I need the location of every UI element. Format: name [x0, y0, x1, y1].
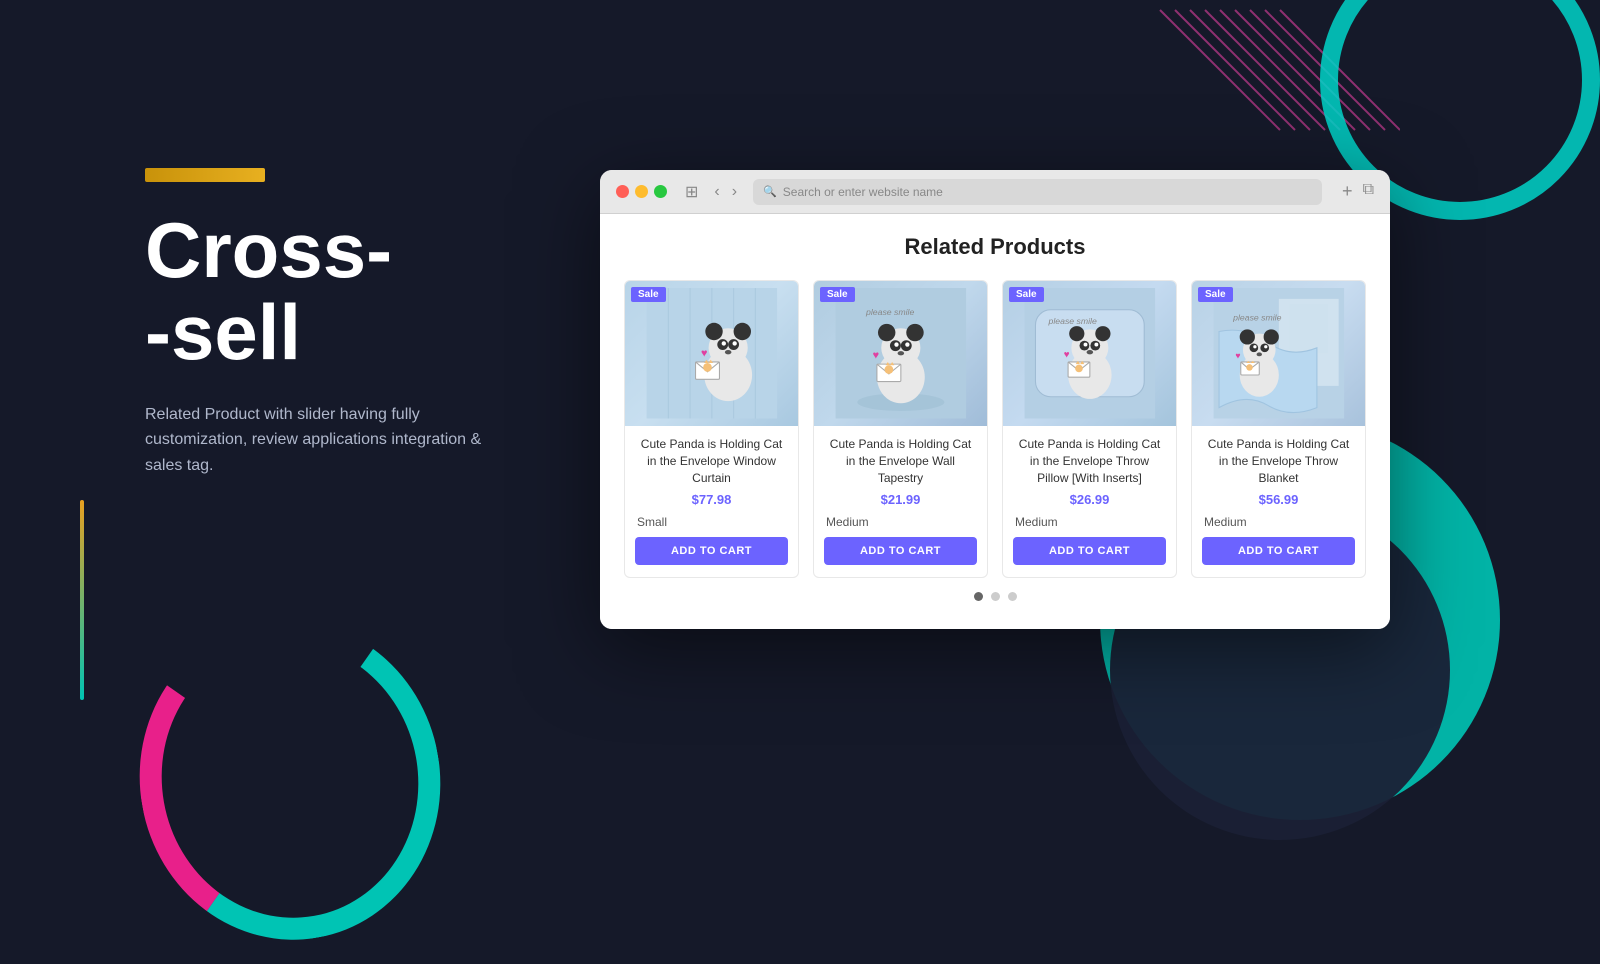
- dot-2[interactable]: [991, 592, 1000, 601]
- product-price-pillow: $26.99: [1013, 492, 1166, 507]
- nav-buttons: ‹ ›: [710, 181, 741, 203]
- address-text: Search or enter website name: [783, 185, 943, 199]
- svg-text:♥: ♥: [1063, 350, 1069, 361]
- product-info-blanket: Cute Panda is Holding Cat in the Envelop…: [1192, 426, 1365, 577]
- add-to-cart-tapestry[interactable]: ADD TO CART: [824, 537, 977, 565]
- main-description: Related Product with slider having fully…: [145, 402, 485, 479]
- traffic-light-green[interactable]: [654, 185, 667, 198]
- products-grid: ♥ Sale Cute Panda is Holding Cat in the …: [624, 280, 1366, 578]
- product-card-pillow: ♥ please smile Sale Cute Panda is Holdin…: [1002, 280, 1177, 578]
- main-title: Cross- -sell: [145, 210, 595, 374]
- svg-text:please smile: please smile: [865, 307, 914, 317]
- svg-text:♥: ♥: [701, 348, 707, 360]
- product-image-blanket: ♥ please smile Sale: [1192, 281, 1365, 426]
- dot-1[interactable]: [974, 592, 983, 601]
- product-name-curtain: Cute Panda is Holding Cat in the Envelop…: [635, 436, 788, 486]
- address-bar[interactable]: 🔍 Search or enter website name: [753, 179, 1322, 205]
- product-image-tapestry: ♥ please smile Sale: [814, 281, 987, 426]
- product-image-pillow: ♥ please smile Sale: [1003, 281, 1176, 426]
- product-price-tapestry: $21.99: [824, 492, 977, 507]
- product-card-blanket: ♥ please smile Sale Cute Panda is Holdin…: [1191, 280, 1366, 578]
- c-shape-decoration: [114, 596, 465, 963]
- sale-badge-tapestry: Sale: [820, 287, 855, 302]
- browser-toolbar: ⊞ ‹ › 🔍 Search or enter website name + ⧉: [600, 170, 1390, 214]
- product-name-tapestry: Cute Panda is Holding Cat in the Envelop…: [824, 436, 977, 486]
- add-to-cart-pillow[interactable]: ADD TO CART: [1013, 537, 1166, 565]
- product-price-blanket: $56.99: [1202, 492, 1355, 507]
- product-image-curtain: ♥ Sale: [625, 281, 798, 426]
- product-variant-blanket: Medium: [1202, 515, 1355, 529]
- svg-text:♥: ♥: [872, 350, 878, 362]
- back-button[interactable]: ‹: [710, 181, 723, 203]
- left-content-section: Cross- -sell Related Product with slider…: [145, 210, 595, 479]
- dot-3[interactable]: [1008, 592, 1017, 601]
- add-to-cart-curtain[interactable]: ADD TO CART: [635, 537, 788, 565]
- product-variant-curtain: Small: [635, 515, 788, 529]
- product-info-curtain: Cute Panda is Holding Cat in the Envelop…: [625, 426, 798, 577]
- product-card-tapestry: ♥ please smile Sale Cute Panda is Holdin…: [813, 280, 988, 578]
- slider-dots: [624, 592, 1366, 601]
- product-variant-tapestry: Medium: [824, 515, 977, 529]
- window-icon: ⊞: [685, 182, 698, 202]
- toolbar-actions: + ⧉: [1342, 181, 1374, 202]
- product-name-pillow: Cute Panda is Holding Cat in the Envelop…: [1013, 436, 1166, 486]
- traffic-lights: [616, 185, 667, 198]
- svg-text:please smile: please smile: [1232, 313, 1281, 323]
- svg-text:♥: ♥: [1235, 351, 1240, 361]
- browser-window: ⊞ ‹ › 🔍 Search or enter website name + ⧉…: [600, 170, 1390, 629]
- product-card-curtain: ♥ Sale Cute Panda is Holding Cat in the …: [624, 280, 799, 578]
- browser-content: Related Products: [600, 214, 1390, 629]
- traffic-light-yellow[interactable]: [635, 185, 648, 198]
- section-title: Related Products: [624, 234, 1366, 260]
- sale-badge-curtain: Sale: [631, 287, 666, 302]
- traffic-light-red[interactable]: [616, 185, 629, 198]
- sale-badge-pillow: Sale: [1009, 287, 1044, 302]
- vertical-accent-line: [80, 500, 84, 700]
- accent-bar: [145, 168, 265, 182]
- add-tab-button[interactable]: +: [1342, 181, 1353, 202]
- copy-button[interactable]: ⧉: [1363, 181, 1374, 202]
- product-variant-pillow: Medium: [1013, 515, 1166, 529]
- sale-badge-blanket: Sale: [1198, 287, 1233, 302]
- product-name-blanket: Cute Panda is Holding Cat in the Envelop…: [1202, 436, 1355, 486]
- forward-button[interactable]: ›: [728, 181, 741, 203]
- search-icon: 🔍: [763, 185, 777, 198]
- product-price-curtain: $77.98: [635, 492, 788, 507]
- product-info-tapestry: Cute Panda is Holding Cat in the Envelop…: [814, 426, 987, 577]
- svg-text:please smile: please smile: [1047, 316, 1096, 326]
- product-info-pillow: Cute Panda is Holding Cat in the Envelop…: [1003, 426, 1176, 577]
- add-to-cart-blanket[interactable]: ADD TO CART: [1202, 537, 1355, 565]
